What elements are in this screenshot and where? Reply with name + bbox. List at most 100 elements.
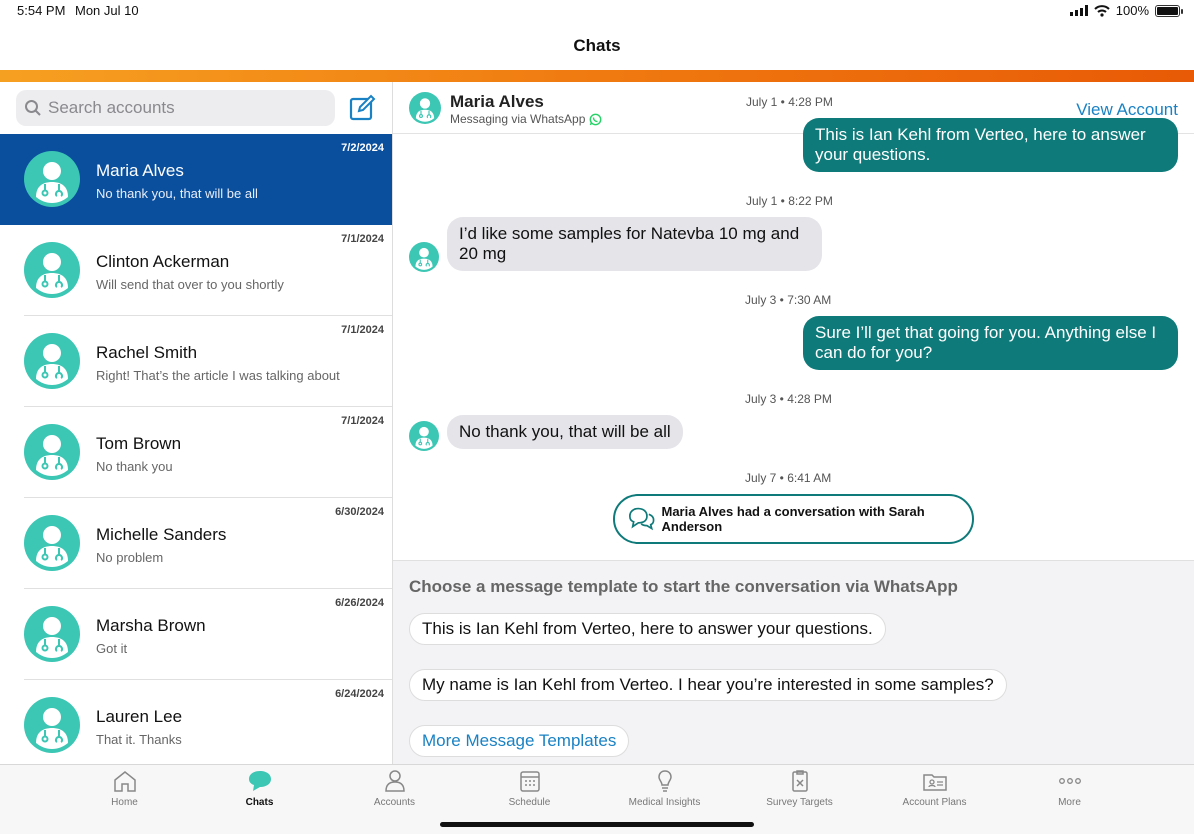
conversation-date: 7/1/2024 bbox=[341, 415, 384, 427]
conversation-name: Marsha Brown bbox=[96, 616, 206, 635]
chat-channel-label: Messaging via WhatsApp bbox=[450, 112, 586, 126]
message-timestamp: July 1 • 4:28 PM bbox=[746, 95, 833, 109]
avatar bbox=[409, 421, 439, 451]
message-timestamp: July 3 • 7:30 AM bbox=[745, 293, 832, 307]
view-account-link[interactable]: View Account bbox=[1076, 100, 1178, 120]
chat-contact-name: Maria Alves bbox=[450, 92, 544, 111]
whatsapp-icon bbox=[590, 113, 602, 125]
avatar bbox=[24, 151, 80, 207]
conversation-icon bbox=[628, 507, 655, 531]
conversation-item[interactable]: Marsha Brown Got it 6/26/2024 bbox=[0, 589, 392, 680]
status-bar: 5:54 PM Mon Jul 10 100% bbox=[0, 0, 1194, 22]
conversation-preview: No thank you, that will be all bbox=[96, 186, 258, 201]
conversation-preview: Got it bbox=[96, 641, 128, 656]
tab-schedule[interactable]: Schedule bbox=[462, 769, 597, 808]
message-bubble-incoming: I’d like some samples for Natevba 10 mg … bbox=[447, 217, 822, 271]
conversation-name: Rachel Smith bbox=[96, 343, 198, 362]
message-bubble-outgoing: Sure I’ll get that going for you. Anythi… bbox=[803, 316, 1178, 370]
conversation-date: 7/1/2024 bbox=[341, 324, 384, 336]
clipboard-icon bbox=[791, 770, 808, 792]
tab-account-plans[interactable]: Account Plans bbox=[867, 769, 1002, 808]
avatar bbox=[24, 606, 80, 662]
more-templates-button[interactable]: More Message Templates bbox=[409, 725, 630, 757]
template-heading: Choose a message template to start the c… bbox=[409, 577, 958, 596]
accounts-icon bbox=[384, 770, 405, 792]
conversation-preview: That it. Thanks bbox=[96, 732, 182, 747]
tab-survey-targets[interactable]: Survey Targets bbox=[732, 769, 867, 808]
tab-label: Chats bbox=[245, 797, 274, 808]
tab-bar: Home Chats Accounts Schedule Medical Ins… bbox=[0, 764, 1194, 834]
home-icon bbox=[113, 771, 136, 792]
tab-more[interactable]: More bbox=[1002, 769, 1137, 808]
conversation-list-pane: Search accounts Maria Alves No thank you… bbox=[0, 82, 393, 764]
message-bubble-incoming: No thank you, that will be all bbox=[447, 415, 683, 449]
template-panel: Choose a message template to start the c… bbox=[393, 560, 1194, 764]
system-note-text: Maria Alves had a conversation with Sara… bbox=[661, 504, 925, 534]
message-timestamp: July 1 • 8:22 PM bbox=[746, 194, 833, 208]
home-indicator bbox=[440, 822, 754, 827]
tab-accounts[interactable]: Accounts bbox=[327, 769, 462, 808]
battery-percent: 100% bbox=[1115, 3, 1149, 18]
signal-icon bbox=[1069, 5, 1088, 16]
folder-plans-icon bbox=[922, 774, 947, 791]
more-dots-icon bbox=[1058, 778, 1081, 784]
tab-label: Accounts bbox=[373, 797, 416, 808]
tab-label: Survey Targets bbox=[766, 797, 833, 808]
avatar bbox=[24, 333, 80, 389]
conversation-item[interactable]: Tom Brown No thank you 7/1/2024 bbox=[0, 407, 392, 498]
conversation-item[interactable]: Maria Alves No thank you, that will be a… bbox=[0, 134, 392, 225]
avatar bbox=[24, 424, 80, 480]
conversation-name: Maria Alves bbox=[96, 161, 184, 180]
conversation-preview: Will send that over to you shortly bbox=[96, 277, 284, 292]
wifi-icon bbox=[1094, 4, 1110, 17]
conversation-name: Michelle Sanders bbox=[96, 525, 227, 544]
brand-bar bbox=[0, 70, 1194, 82]
status-right: 100% bbox=[1069, 3, 1183, 18]
search-icon bbox=[25, 100, 41, 116]
compose-icon[interactable] bbox=[348, 94, 376, 122]
conversation-date: 6/30/2024 bbox=[335, 506, 384, 518]
conversation-preview: No thank you bbox=[96, 459, 173, 474]
conversation-date: 7/2/2024 bbox=[341, 142, 384, 154]
system-timestamp: July 7 • 6:41 AM bbox=[745, 471, 832, 485]
tab-label: Medical Insights bbox=[628, 797, 701, 808]
avatar bbox=[409, 242, 439, 272]
search-placeholder: Search accounts bbox=[48, 98, 175, 117]
chat-bubble-icon bbox=[248, 771, 271, 791]
lightbulb-icon bbox=[657, 770, 672, 792]
avatar bbox=[24, 515, 80, 571]
system-note[interactable]: Maria Alves had a conversation with Sara… bbox=[613, 494, 974, 544]
conversation-date: 7/1/2024 bbox=[341, 233, 384, 245]
tab-medical-insights[interactable]: Medical Insights bbox=[597, 769, 732, 808]
conversation-item[interactable]: Clinton Ackerman Will send that over to … bbox=[0, 225, 392, 316]
tab-label: More bbox=[1058, 797, 1081, 808]
tab-label: Account Plans bbox=[902, 797, 967, 808]
tab-label: Home bbox=[111, 797, 138, 808]
avatar bbox=[24, 242, 80, 298]
tab-label: Schedule bbox=[508, 797, 551, 808]
conversation-name: Clinton Ackerman bbox=[96, 252, 230, 271]
status-date: Mon Jul 10 bbox=[75, 3, 139, 18]
conversation-preview: No problem bbox=[96, 550, 164, 565]
avatar bbox=[409, 92, 441, 124]
chat-pane: Maria Alves Messaging via WhatsApp View … bbox=[393, 82, 1194, 764]
status-time: 5:54 PM bbox=[17, 3, 66, 18]
search-input[interactable]: Search accounts bbox=[16, 90, 335, 126]
conversation-item[interactable]: Lauren Lee That it. Thanks 6/24/2024 bbox=[0, 680, 392, 764]
calendar-icon bbox=[519, 771, 540, 792]
message-timestamp: July 3 • 4:28 PM bbox=[745, 392, 832, 406]
conversation-name: Lauren Lee bbox=[96, 707, 183, 726]
battery-icon bbox=[1155, 4, 1183, 17]
message-bubble-outgoing: This is Ian Kehl from Verteo, here to an… bbox=[803, 118, 1178, 172]
conversation-name: Tom Brown bbox=[96, 434, 182, 453]
conversation-item[interactable]: Rachel Smith Right! That’s the article I… bbox=[0, 316, 392, 407]
tab-home[interactable]: Home bbox=[57, 769, 192, 808]
template-option[interactable]: My name is Ian Kehl from Verteo. I hear … bbox=[409, 669, 1007, 701]
conversation-date: 6/24/2024 bbox=[335, 688, 384, 700]
template-option[interactable]: This is Ian Kehl from Verteo, here to an… bbox=[409, 613, 886, 645]
avatar bbox=[24, 697, 80, 753]
conversation-item[interactable]: Michelle Sanders No problem 6/30/2024 bbox=[0, 498, 392, 589]
conversation-preview: Right! That’s the article I was talking … bbox=[96, 368, 340, 383]
tab-chats[interactable]: Chats bbox=[192, 769, 327, 808]
page-title: Chats bbox=[573, 36, 621, 55]
